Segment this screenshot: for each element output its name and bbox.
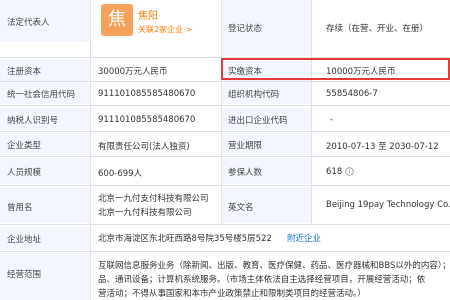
paid-capital-highlight (221, 58, 450, 80)
import-export-code-value: - (330, 115, 334, 125)
org-code-value: 55854806-7 (326, 89, 378, 99)
label-tax-id: 纳税人识别号 (0, 108, 90, 130)
label-business-term: 营业期限 (221, 133, 311, 155)
legal-rep-name[interactable]: 焦阳 (138, 7, 158, 22)
label-english-name: 英文名 (221, 187, 311, 223)
legal-rep-avatar: 焦 (101, 4, 133, 36)
label-former-name: 曾用名 (0, 187, 90, 223)
business-scope-line-3: 营活动；不得从事国家和本市产业政策禁止和限制类项目的经营活动。） (98, 289, 366, 299)
english-name-value: Beijing 19pay Technology Co., (326, 200, 450, 210)
insured-count: 618 (326, 167, 354, 177)
label-registration-status: 登记状态 (221, 0, 311, 56)
label-legal-rep: 法定代表人 (0, 0, 90, 42)
company-info-table: 法定代表人 注册资本 统一社会信用代码 纳税人识别号 企业类型 人员规模 曾用名… (0, 0, 450, 300)
address-value: 北京市海淀区东北旺西路8号院35号楼5层522 (98, 234, 272, 244)
label-registered-capital: 注册资本 (0, 59, 90, 81)
former-name-1: 北京一九付支付科技有限公司 (98, 194, 209, 204)
related-companies-label: 关联2家企业 (138, 25, 184, 34)
label-company-type: 企业类型 (0, 133, 90, 155)
tax-id-value: 911101085585480670 (98, 115, 196, 125)
label-org-code: 组织机构代码 (221, 82, 311, 104)
staff-size-value: 600-699人 (98, 169, 143, 179)
label-staff-size: 人员规模 (0, 158, 90, 184)
label-insured-count: 参保人数 (221, 158, 311, 184)
info-icon[interactable] (345, 167, 354, 176)
label-credit-code: 统一社会信用代码 (0, 82, 90, 104)
business-scope-line-1: 互联网信息服务业务（除新闻、出版、教育、医疗保健、药品、医疗器械和BBS以外的内… (98, 261, 450, 271)
label-import-export-code: 进出口企业代码 (221, 108, 311, 130)
related-companies-link[interactable]: 关联2家企业 > (138, 24, 192, 35)
former-name-2: 北京一九付科技有限公司 (98, 208, 192, 218)
business-scope-line-2: 品、通讯设备；计算机系统服务。（市场主体依法自主选择经营项目，开展经营活动；依 (98, 275, 426, 285)
nearby-companies-link[interactable]: 附近企业 (287, 232, 321, 244)
credit-code-value: 911101085585480670 (98, 89, 196, 99)
registered-capital-value: 30000万元人民币 (98, 67, 168, 77)
company-type-value: 有限责任公司(法人独资) (98, 142, 190, 152)
registration-status-value: 存续（在营、开业、在册） (326, 24, 429, 34)
label-business-scope: 经营范围 (0, 253, 90, 300)
chevron-right-icon: > (185, 25, 193, 34)
label-address: 企业地址 (0, 226, 90, 250)
business-term-value: 2010-07-13 至 2030-07-12 (326, 142, 439, 152)
insured-count-value: 618 (326, 167, 343, 177)
